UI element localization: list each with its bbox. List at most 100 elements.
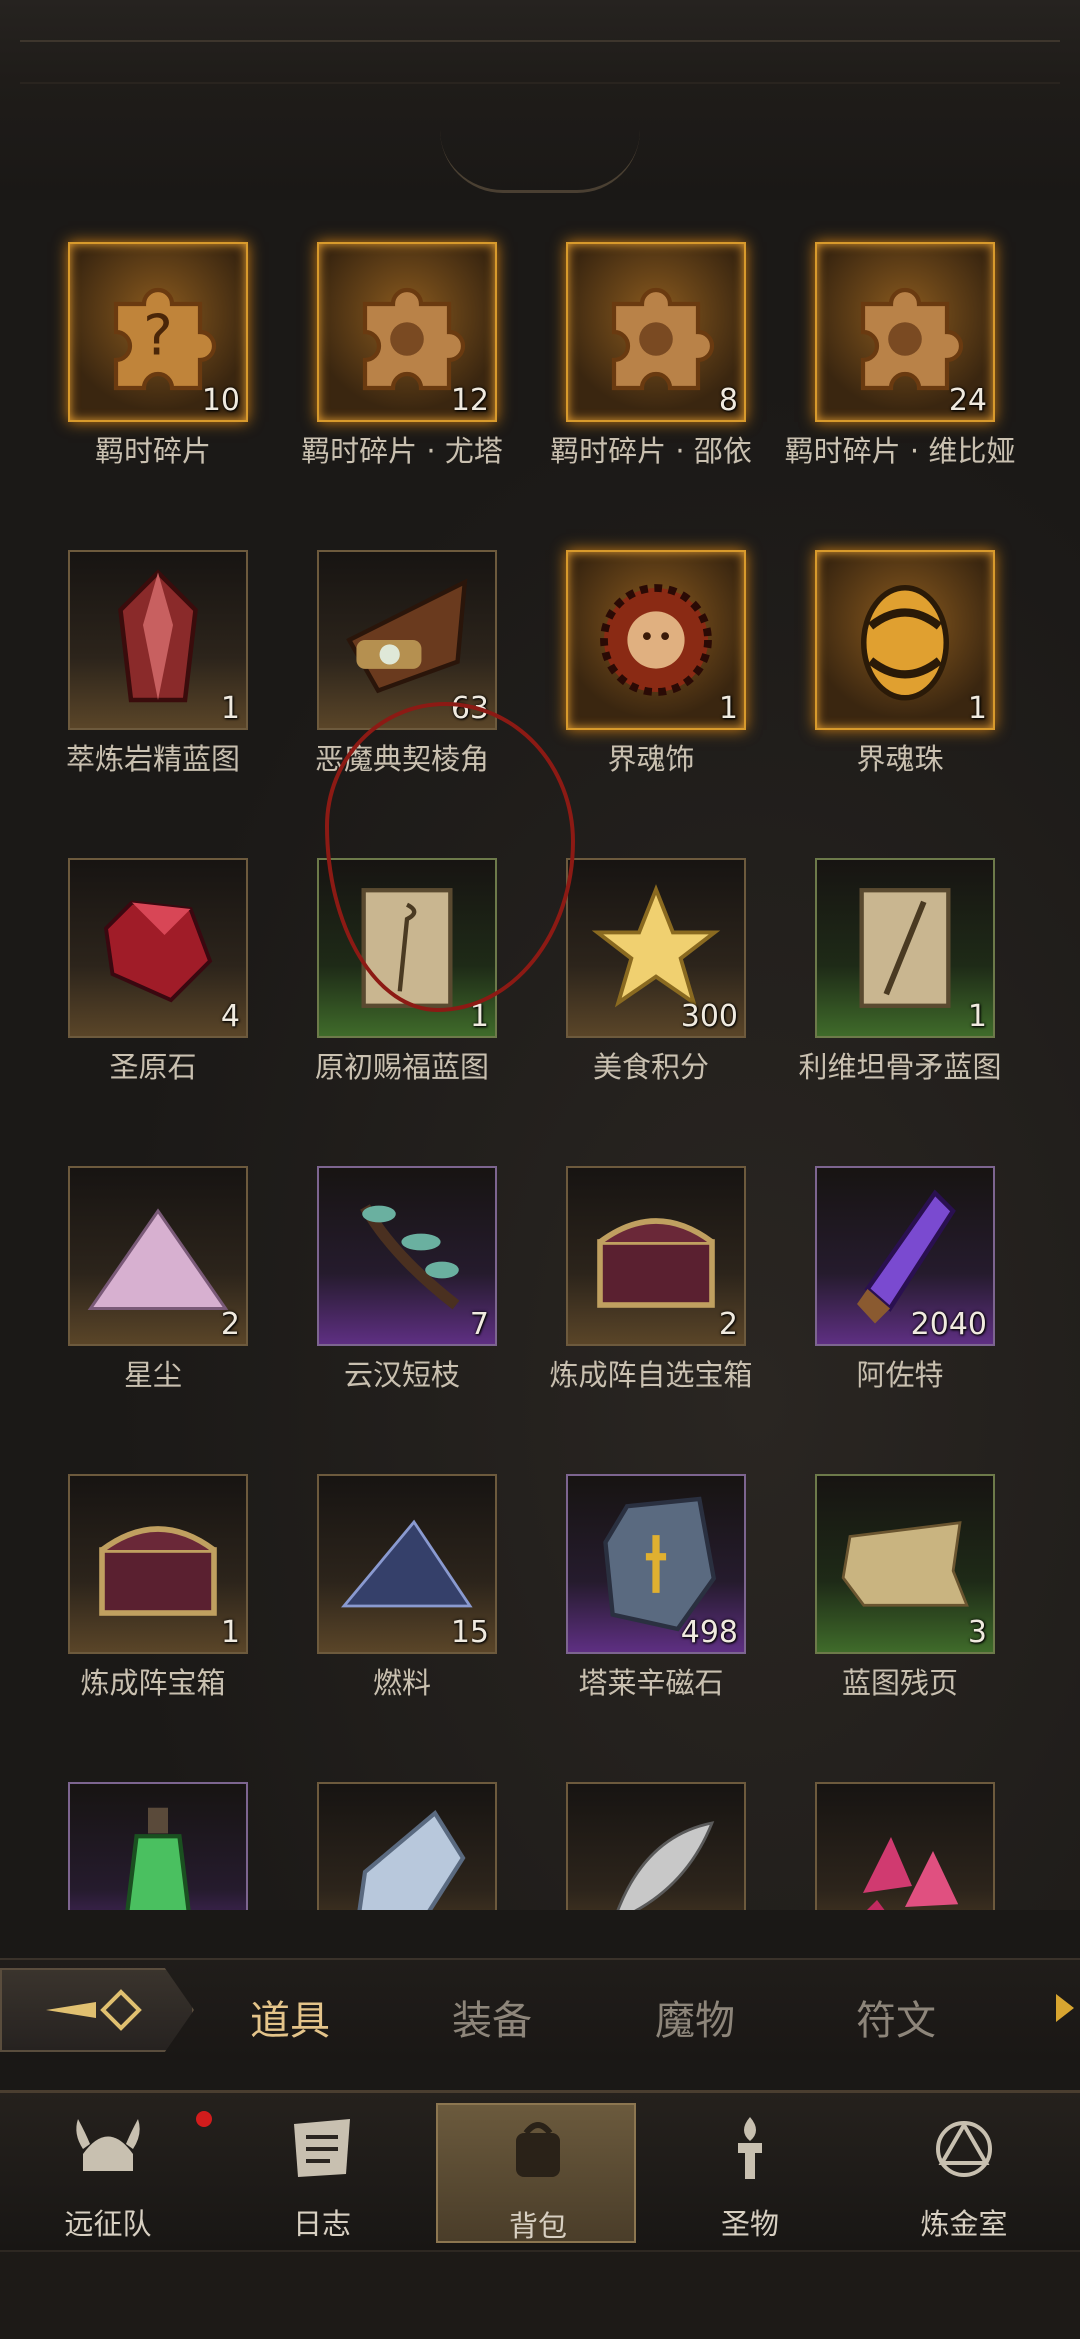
nav-relics[interactable]: 圣物 [650, 2103, 850, 2243]
item-tile[interactable]: 4 [68, 858, 248, 1038]
item-label: 萃炼岩精蓝图 [65, 742, 240, 776]
category-tab-bar: 道具 装备 魔物 符文 [0, 1958, 1080, 2060]
tab-items[interactable]: 道具 [250, 1988, 330, 2046]
chest-icon [70, 1476, 246, 1652]
inventory-item[interactable]: 3 蓝图残页 [775, 1474, 1025, 1724]
crystal-shard-icon [319, 1784, 495, 1910]
item-count: 300 [680, 999, 738, 1034]
inventory-item[interactable]: 498 塔莱辛磁石 [526, 1474, 776, 1724]
item-count: 2040 [910, 1307, 987, 1342]
item-count: 3 [967, 1615, 987, 1650]
item-label: 圣原石 [109, 1050, 197, 1084]
puzzle-piece-icon [568, 244, 744, 420]
item-tile[interactable]: 2 [68, 1166, 248, 1346]
item-tile[interactable]: 2 [566, 1166, 746, 1346]
nav-alchemy[interactable]: 炼金室 [864, 2103, 1064, 2243]
item-count: 2 [718, 1307, 738, 1342]
inventory-item[interactable]: ? 10 羁时碎片 [28, 242, 278, 492]
ruby-stone-icon [70, 860, 246, 1036]
item-label: 羁时碎片 [94, 434, 211, 468]
inventory-item[interactable]: 1 利维坦骨矛蓝图 [775, 858, 1025, 1108]
tab-runes[interactable]: 符文 [856, 1988, 936, 2046]
nav-expedition[interactable]: 远征队 [8, 2103, 212, 2243]
nav-label: 圣物 [720, 2207, 779, 2241]
sun-mask-icon [568, 552, 744, 728]
item-count: 10 [201, 383, 240, 418]
item-tile[interactable]: 15 [317, 1474, 497, 1654]
item-count: 2 [220, 1307, 240, 1342]
orb-egg-icon [817, 552, 993, 728]
bottom-frame [0, 2250, 1080, 2339]
item-tile[interactable]: 498 [566, 1474, 746, 1654]
item-tile[interactable]: 1 [566, 550, 746, 730]
item-tile[interactable]: 24 [815, 242, 995, 422]
item-tile[interactable]: 1 [815, 550, 995, 730]
item-tile[interactable]: 7 [317, 1166, 497, 1346]
item-count: 1 [220, 691, 240, 726]
inventory-item[interactable]: 1 萃炼岩精蓝图 [28, 550, 278, 800]
inventory-item[interactable]: 1 界魂珠 [775, 550, 1025, 800]
inventory-grid[interactable]: ? 10 羁时碎片 12 羁时碎片 · 尤塔 8 羁时碎片 · 邵依 24 羁时… [0, 200, 1080, 1910]
item-tile[interactable] [566, 1782, 746, 1910]
inventory-item[interactable] [526, 1782, 776, 1910]
inventory-item[interactable]: 15 燃料 [277, 1474, 527, 1724]
scroll-spear-icon [817, 860, 993, 1036]
item-tile[interactable]: 12 [317, 242, 497, 422]
nav-label: 炼金室 [920, 2207, 1008, 2241]
item-tile[interactable] [68, 1782, 248, 1910]
inventory-item[interactable]: 8 羁时碎片 · 邵依 [526, 242, 776, 492]
tab-scroll-right-icon[interactable] [1056, 1994, 1074, 2022]
item-count: 24 [948, 383, 987, 418]
item-label: 炼成阵宝箱 [80, 1666, 226, 1700]
item-tile[interactable]: 1 [815, 858, 995, 1038]
green-potion-icon [70, 1784, 246, 1910]
item-label: 美食积分 [592, 1050, 709, 1084]
nav-journal[interactable]: 日志 [222, 2103, 422, 2243]
item-count: 1 [220, 1615, 240, 1650]
feather-icon [568, 1784, 744, 1910]
item-count: 1 [967, 691, 987, 726]
item-count: 12 [450, 383, 489, 418]
item-tile[interactable]: 1 [68, 1474, 248, 1654]
collapse-button[interactable] [0, 1968, 194, 2052]
item-tile[interactable]: 1 [68, 550, 248, 730]
item-tile[interactable]: 300 [566, 858, 746, 1038]
inventory-item[interactable]: 4 圣原石 [28, 858, 278, 1108]
item-label: 羁时碎片 · 维比娅 [784, 434, 1016, 468]
item-tile[interactable]: 2040 [815, 1166, 995, 1346]
inventory-item[interactable]: 24 羁时碎片 · 维比娅 [775, 242, 1025, 492]
tab-monsters[interactable]: 魔物 [655, 1988, 735, 2046]
item-tile[interactable]: 3 [815, 1474, 995, 1654]
top-ornamental-frame [0, 0, 1080, 202]
inventory-item[interactable]: 2040 阿佐特 [775, 1166, 1025, 1416]
inventory-item[interactable]: 7 云汉短枝 [277, 1166, 527, 1416]
inventory-item[interactable]: 2 星尘 [28, 1166, 278, 1416]
item-label: 利维坦骨矛蓝图 [798, 1050, 1002, 1084]
nav-backpack[interactable]: 背包 [436, 2103, 636, 2243]
item-label: 阿佐特 [856, 1358, 944, 1392]
stardust-icon [70, 1168, 246, 1344]
journal-icon [294, 2119, 350, 2177]
inventory-item[interactable] [277, 1782, 527, 1910]
item-tile[interactable] [815, 1782, 995, 1910]
inventory-item[interactable] [28, 1782, 278, 1910]
red-crystal-icon [70, 552, 246, 728]
inventory-item[interactable]: 2 炼成阵自选宝箱 [526, 1166, 776, 1416]
item-tile[interactable]: ? 10 [68, 242, 248, 422]
inventory-item[interactable]: 1 炼成阵宝箱 [28, 1474, 278, 1724]
nav-label: 背包 [508, 2209, 567, 2243]
nav-label: 远征队 [64, 2207, 152, 2241]
inventory-item[interactable] [775, 1782, 1025, 1910]
item-tile[interactable]: 8 [566, 242, 746, 422]
item-tile[interactable] [317, 1782, 497, 1910]
torch-icon [738, 2117, 762, 2179]
item-tile[interactable]: 63 [317, 550, 497, 730]
item-label: 星尘 [123, 1358, 182, 1392]
inventory-item[interactable]: 1 界魂饰 [526, 550, 776, 800]
item-label: 云汉短枝 [343, 1358, 460, 1392]
tab-equipment[interactable]: 装备 [452, 1988, 532, 2046]
torn-page-icon [817, 1476, 993, 1652]
inventory-item[interactable]: 12 羁时碎片 · 尤塔 [277, 242, 527, 492]
item-label: 燃料 [372, 1666, 431, 1700]
item-label: 原初赐福蓝图 [314, 1050, 489, 1084]
